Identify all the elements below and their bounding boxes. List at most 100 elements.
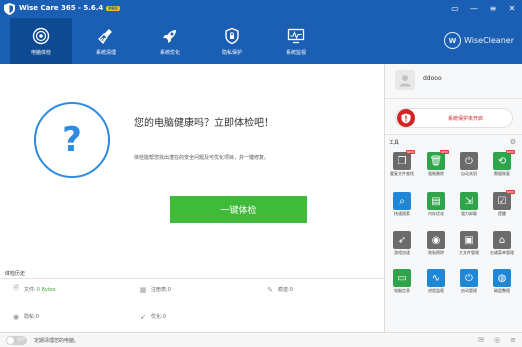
divider xyxy=(0,278,384,279)
tool-item[interactable]: 🗑 NEW 强制删除 xyxy=(423,150,449,176)
globe-icon[interactable]: ◎ xyxy=(492,335,502,345)
tool-item[interactable]: ▤ 内存优化 xyxy=(423,192,449,216)
tool-label: 强力卸载 xyxy=(461,211,477,216)
avatar[interactable] xyxy=(395,70,415,90)
brand-logo: W WiseCleaner xyxy=(444,32,514,49)
tool-item[interactable]: ◍ 磁盘整理 xyxy=(489,269,515,293)
duplicate-icon: ❐ NEW xyxy=(393,150,415,170)
tool-item[interactable]: ➶ 游戏加速 xyxy=(389,231,415,255)
shield-icon xyxy=(225,27,239,45)
user-icon xyxy=(399,75,411,87)
history-item-privacy: ◉ 隐私: 0 xyxy=(12,312,39,321)
tab-system-monitor[interactable]: 系统监视 xyxy=(265,18,327,64)
pro-badge: PRO xyxy=(106,5,120,11)
registry-icon: ▦ xyxy=(139,285,147,294)
trash-icon: 🗑 NEW xyxy=(427,150,449,170)
eye-icon: ◉ xyxy=(12,312,20,321)
tool-item[interactable]: ⌕ 快速搜索 xyxy=(389,192,415,216)
minimize-icon[interactable]: ▭ xyxy=(449,2,461,14)
auto-clean-toggle[interactable]: OFF xyxy=(6,336,27,345)
tool-label: 数据恢复 xyxy=(494,171,510,176)
right-sidebar: ddooo 系统保护未开启 工具 ⚙ ❐ NEW 重复文件查找 🗑 NEW 强制删除 ⏻ 自动… xyxy=(384,64,522,332)
footer-icons: ✉ ◎ ≡ xyxy=(476,335,518,345)
disk-icon: ◍ xyxy=(493,269,511,287)
tool-label: 大文件管理 xyxy=(459,250,479,255)
new-badge: NEW xyxy=(505,190,515,194)
recover-icon: ⟲ NEW xyxy=(493,150,515,170)
tab-system-clean[interactable]: 系统清理 xyxy=(75,18,137,64)
footer-note: 定期清理您的电脑。 xyxy=(34,338,80,344)
health-headline: 您的电脑健康吗？立即体检吧！ xyxy=(134,118,274,129)
history-item-files: 🗎 文件: 0 Bytes xyxy=(13,284,56,293)
tab-label: 系统优化 xyxy=(159,50,180,56)
tool-item[interactable]: ∿ 进程监视 xyxy=(423,269,449,293)
protection-text: 系统保护未开启 xyxy=(448,116,484,122)
divider xyxy=(385,134,522,135)
tool-item[interactable]: ☑ NEW 提醒 xyxy=(489,190,515,216)
check-status-circle: ? xyxy=(34,102,110,178)
tool-item[interactable]: ◉ 隐私擦除 xyxy=(423,231,449,255)
tool-item[interactable]: ⟲ NEW 数据恢复 xyxy=(489,150,515,176)
health-subtext: 体检能帮您找出潜在的安全问题及可优化项目，并一键修复。 xyxy=(134,155,270,161)
mail-icon[interactable]: ✉ xyxy=(476,335,486,345)
one-click-check-button[interactable]: 一键体检 xyxy=(170,196,307,223)
rocket-small-icon: ➹ xyxy=(140,312,146,321)
folder-icon: ▣ xyxy=(460,231,478,249)
toggle-knob xyxy=(7,337,14,344)
file-icon: 🗎 xyxy=(13,284,19,292)
tool-label: 快速搜索 xyxy=(394,211,410,216)
main-nav: 电脑体检 系统清理 系统优化 隐私保护 系统监视 W WiseCleaner xyxy=(0,18,522,64)
tab-privacy[interactable]: 隐私保护 xyxy=(201,18,263,64)
reminder-icon: ☑ NEW xyxy=(493,190,515,210)
process-icon: ∿ xyxy=(427,269,445,287)
tab-label: 系统监视 xyxy=(285,50,306,56)
new-badge: NEW xyxy=(439,150,449,154)
tool-label: 右键菜单管理 xyxy=(490,250,514,255)
tab-label: 电脑体检 xyxy=(30,50,51,56)
tool-item[interactable]: ⇲ 强力卸载 xyxy=(456,192,482,216)
history-item-optimize: ➹ 优化: 0 xyxy=(140,312,166,321)
tool-label: 游戏加速 xyxy=(394,250,410,255)
broom-icon xyxy=(98,29,112,45)
wrench-icon[interactable]: ⚙ xyxy=(510,138,516,146)
tool-item[interactable]: ⏻ 启动管理 xyxy=(456,269,482,293)
startup-icon: ⏻ xyxy=(460,269,478,287)
health-check-icon xyxy=(32,27,50,45)
history-item-traces: ✎ 痕迹: 0 xyxy=(267,285,293,294)
tool-label: 磁盘整理 xyxy=(494,288,510,293)
tool-item[interactable]: ⌂ 右键菜单管理 xyxy=(489,231,515,255)
user-panel: ddooo xyxy=(395,70,442,90)
new-badge: NEW xyxy=(505,150,515,154)
uninstall-icon: ⇲ xyxy=(460,192,478,210)
maximize-icon[interactable]: — xyxy=(468,2,480,14)
privacy-icon: ◉ xyxy=(427,231,445,249)
tool-item[interactable]: ▣ 大文件管理 xyxy=(456,231,482,255)
tool-item[interactable]: ▭ 电脑信息 xyxy=(389,269,415,293)
memory-icon: ▤ xyxy=(427,192,445,210)
username[interactable]: ddooo xyxy=(423,75,442,82)
question-mark-icon: ? xyxy=(62,120,82,160)
tool-label: 自动关机 xyxy=(461,171,477,176)
power-icon: ⏻ xyxy=(460,152,478,170)
tool-label: 电脑信息 xyxy=(394,288,410,293)
tab-system-optimize[interactable]: 系统优化 xyxy=(139,18,201,64)
mouse-icon: ⌂ xyxy=(493,231,511,249)
tool-item[interactable]: ⏻ 自动关机 xyxy=(456,152,482,176)
pc-info-icon: ▭ xyxy=(393,269,411,287)
close-icon[interactable]: ✕ xyxy=(506,2,518,14)
menu-icon[interactable]: ≡ xyxy=(508,335,518,345)
main-panel: ? 您的电脑健康吗？立即体检吧！ 体检能帮您找出潜在的安全问题及可优化项目，并一… xyxy=(0,64,384,347)
tool-item[interactable]: ❐ NEW 重复文件查找 xyxy=(389,150,415,176)
tool-label: 启动管理 xyxy=(461,288,477,293)
settings-icon[interactable]: ≡ xyxy=(487,2,499,14)
protection-status[interactable]: 系统保护未开启 xyxy=(395,108,513,128)
app-logo-icon xyxy=(4,3,15,15)
history-label: 体检历史 xyxy=(5,271,26,277)
tab-health-check[interactable]: 电脑体检 xyxy=(10,18,72,64)
tool-label: 隐私擦除 xyxy=(428,250,444,255)
status-bar: OFF 定期清理您的电脑。 ✉ ◎ ≡ xyxy=(0,332,522,347)
divider xyxy=(385,98,522,99)
tab-label: 隐私保护 xyxy=(221,50,242,56)
search-icon: ⌕ xyxy=(393,192,411,210)
history-item-registry: ▦ 注册表: 0 xyxy=(139,285,171,294)
